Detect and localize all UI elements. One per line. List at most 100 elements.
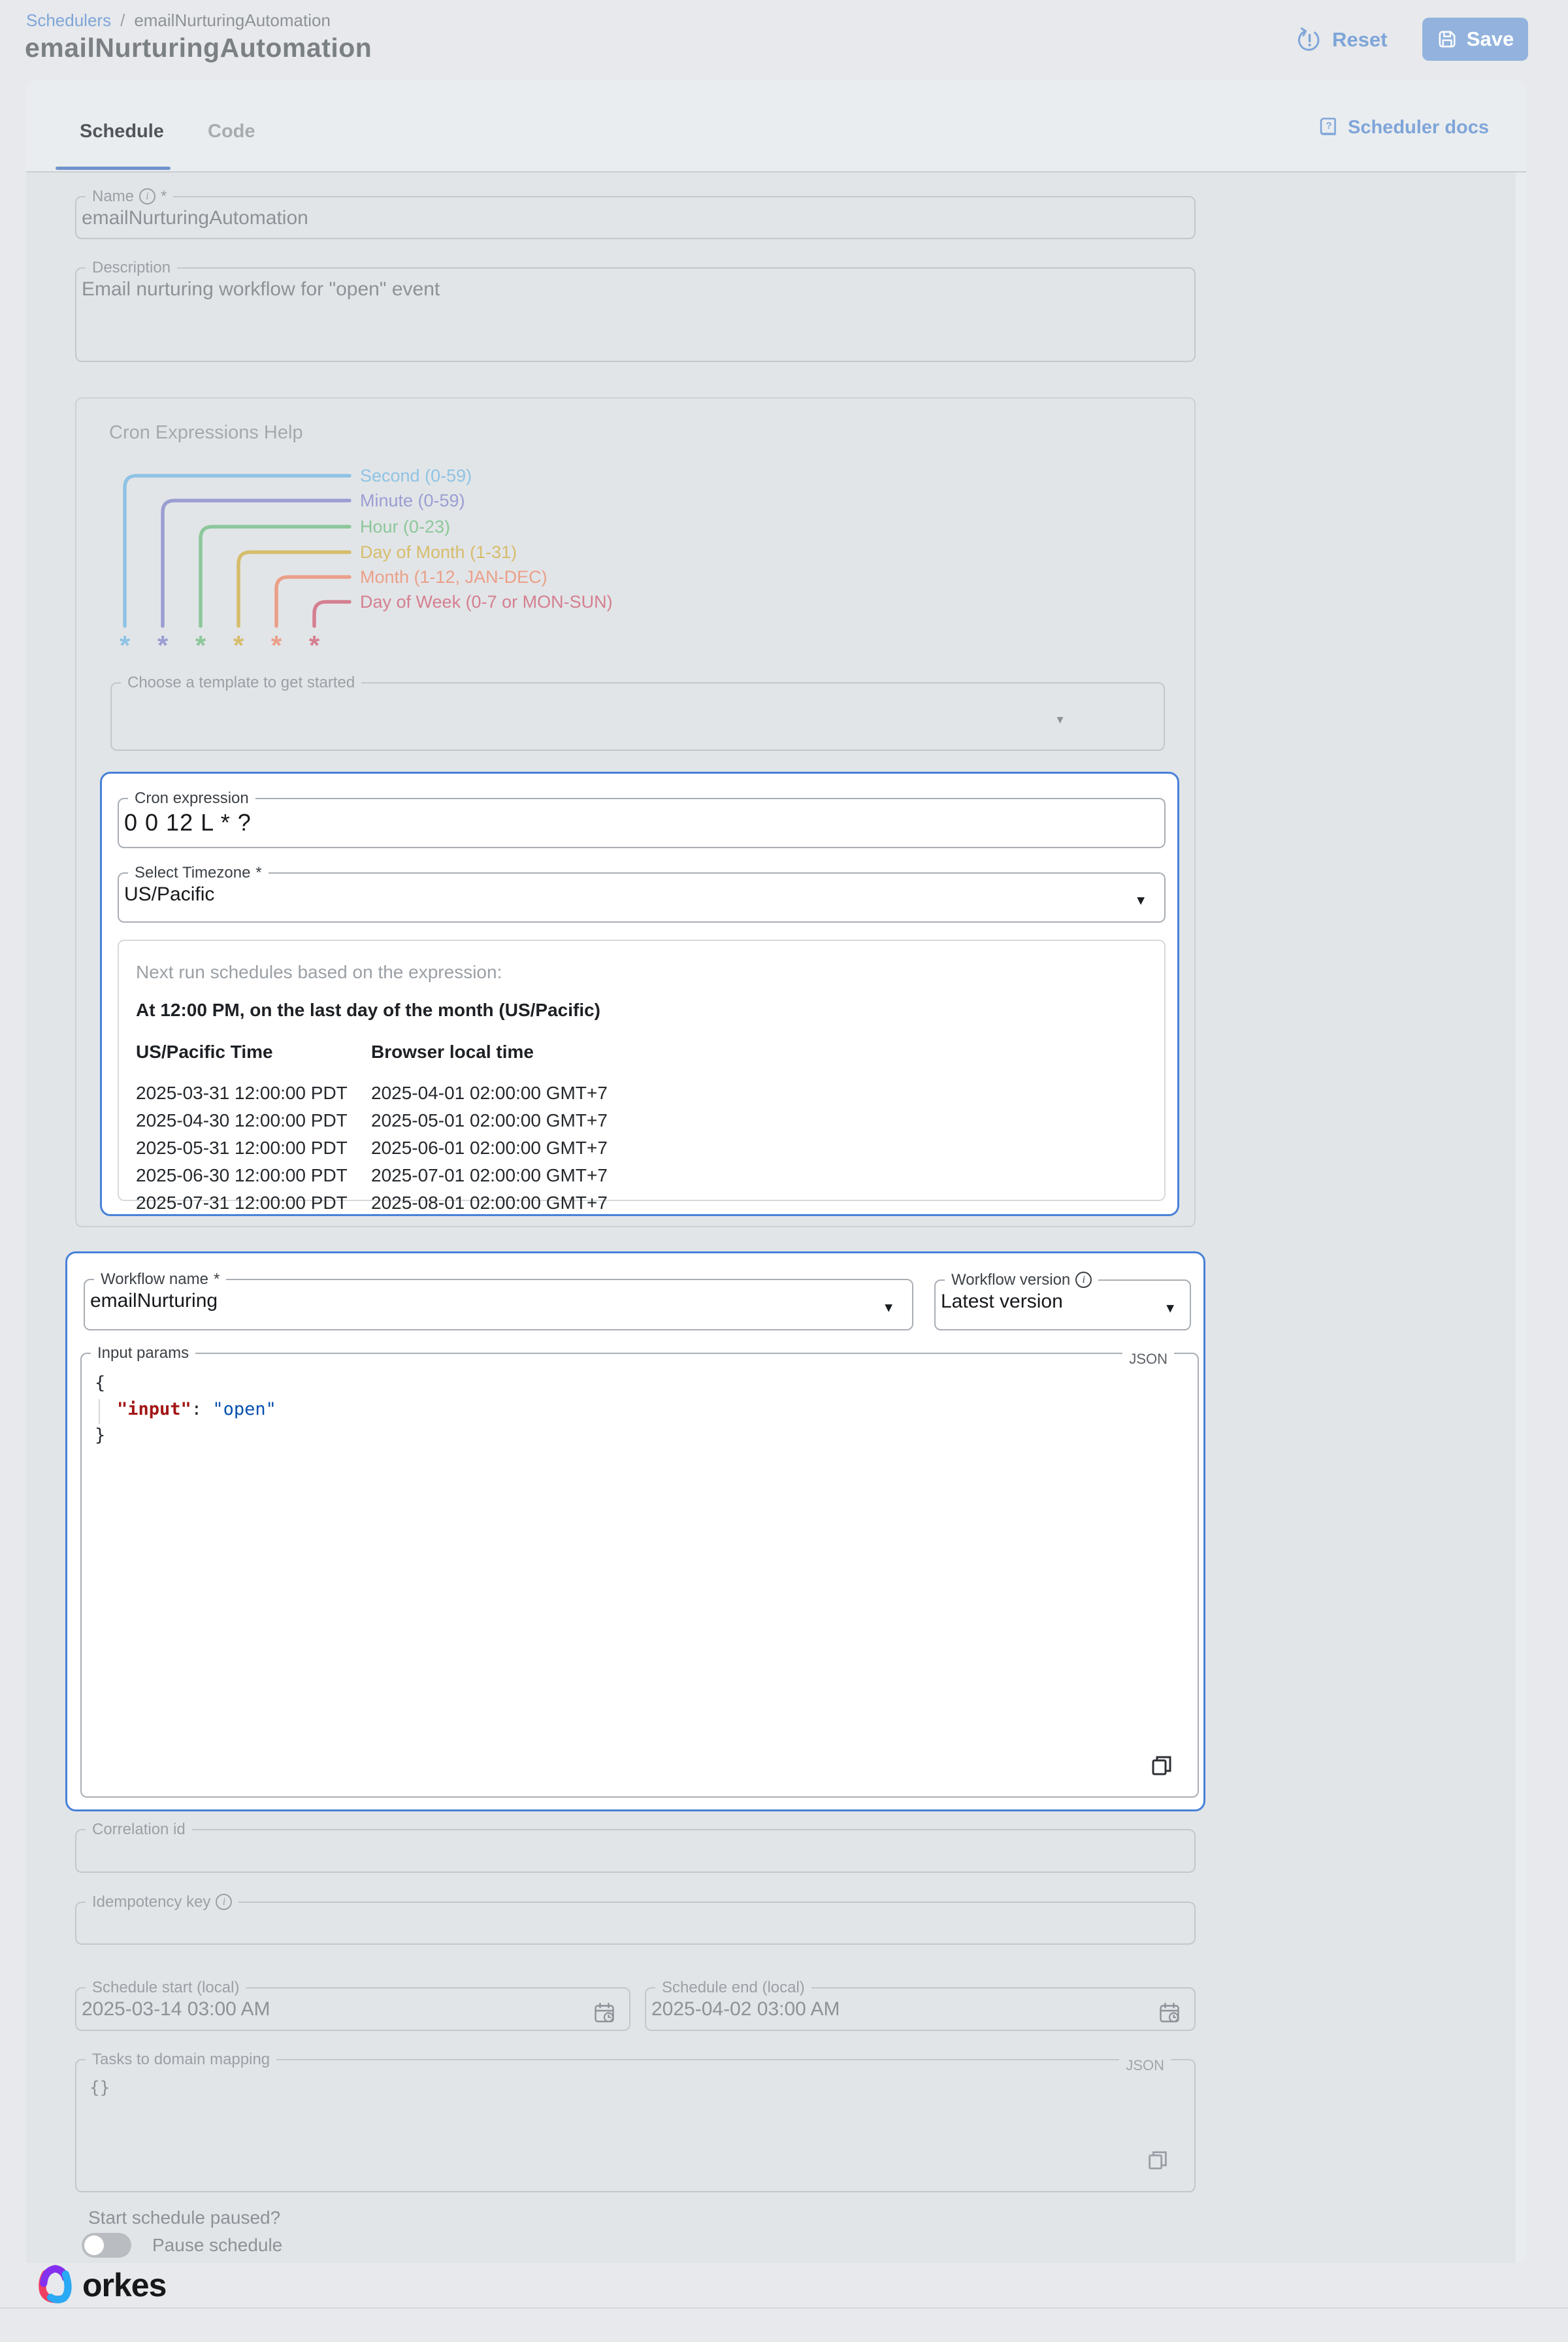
tab-code[interactable]: Code: [208, 121, 255, 142]
info-icon: i: [1075, 1272, 1092, 1288]
docs-book-icon: ?: [1316, 116, 1340, 139]
input-params-editor[interactable]: Input params JSON { "input": "open" }: [80, 1345, 1199, 1798]
cron-label-second: Second (0-59): [360, 466, 472, 486]
correlation-id-field: Correlation id: [75, 1822, 1196, 1873]
workflow-name-value: emailNurturing: [85, 1287, 912, 1312]
breadcrumb-current: emailNurturingAutomation: [134, 10, 331, 31]
calendar-clock-icon[interactable]: [1158, 2001, 1181, 2024]
name-field: Name i * emailNurturingAutomation: [75, 188, 1196, 239]
workflow-name-label: Workflow name *: [94, 1272, 226, 1287]
info-icon: i: [216, 1894, 232, 1910]
schedule-start-field: Schedule start (local) 2025-03-14 03:00 …: [75, 1980, 630, 2031]
copy-icon[interactable]: [1145, 2147, 1172, 2174]
cron-star-month: *: [271, 630, 282, 659]
table-row: 2025-04-30 12:00:00 PDT2025-05-01 02:00:…: [136, 1107, 1147, 1134]
schedule-end-label: Schedule end (local): [655, 1980, 811, 1996]
cron-star-second: *: [120, 630, 131, 659]
pause-schedule-toggle[interactable]: [82, 2233, 131, 2258]
column-header: Browser local time: [371, 1042, 534, 1063]
cron-star-dom: *: [233, 630, 244, 659]
copy-icon[interactable]: [1148, 1752, 1175, 1779]
workflow-version-label: Workflow version i: [945, 1272, 1098, 1288]
timezone-select[interactable]: Select Timezone * US/Pacific ▼: [118, 865, 1166, 923]
save-button[interactable]: Save: [1422, 18, 1528, 61]
start-paused-question: Start schedule paused?: [88, 2207, 280, 2228]
timezone-label: Select Timezone *: [128, 865, 269, 881]
input-params-label: Input params: [91, 1345, 195, 1361]
cron-expression-label: Cron expression: [128, 791, 255, 806]
template-select[interactable]: Choose a template to get started ▼: [110, 675, 1165, 751]
cron-label-hour: Hour (0-23): [360, 517, 450, 536]
calendar-clock-icon[interactable]: [593, 2001, 616, 2024]
chevron-down-icon[interactable]: ▼: [882, 1301, 895, 1316]
cron-help-title: Cron Expressions Help: [109, 422, 303, 444]
chevron-down-icon[interactable]: ▼: [1134, 894, 1147, 909]
workflow-name-select[interactable]: Workflow name * emailNurturing ▼: [84, 1272, 913, 1330]
cron-label-minute: Minute (0-59): [360, 491, 465, 510]
cron-label-dom: Day of Month (1-31): [360, 542, 517, 562]
save-label: Save: [1467, 27, 1514, 51]
tasks-domain-mapping-editor: Tasks to domain mapping JSON {}: [75, 2052, 1196, 2192]
svg-text:?: ?: [1326, 120, 1331, 131]
workflow-group: Workflow name * emailNurturing ▼ Workflo…: [65, 1251, 1205, 1811]
code-line: }: [95, 1423, 1198, 1449]
name-value: emailNurturingAutomation: [76, 205, 1194, 229]
indent-guide: [99, 1399, 100, 1424]
pause-schedule-label: Pause schedule: [152, 2235, 282, 2256]
scheduler-docs-link[interactable]: ? Scheduler docs: [1316, 116, 1489, 139]
footer-divider: [0, 2307, 1568, 2309]
correlation-id-value: [76, 1838, 1194, 1840]
table-row: 2025-05-31 12:00:00 PDT2025-06-01 02:00:…: [136, 1134, 1147, 1162]
json-badge: JSON: [1119, 2058, 1171, 2073]
tasks-domain-mapping-value: {}: [76, 2068, 1194, 2098]
breadcrumb-schedulers-link[interactable]: Schedulers: [26, 10, 111, 31]
template-label: Choose a template to get started: [121, 675, 361, 691]
schedule-start-label: Schedule start (local): [86, 1980, 246, 1996]
cron-expression-field[interactable]: Cron expression 0 0 12 L * ?: [118, 791, 1166, 848]
toggle-knob: [84, 2235, 104, 2255]
timezone-value: US/Pacific: [119, 881, 1164, 906]
docs-link-label: Scheduler docs: [1348, 117, 1489, 139]
schedule-start-value: 2025-03-14 03:00 AM: [76, 1996, 629, 2020]
breadcrumb-separator: /: [120, 10, 125, 31]
scheduler-card: Schedule Code ? Scheduler docs Name i * …: [26, 80, 1526, 2263]
cron-help-diagram: Second (0-59) Minute (0-59) Hour (0-23) …: [120, 455, 629, 659]
cron-line-dow: [314, 602, 350, 626]
cron-line-dom: [238, 552, 350, 626]
page-title: emailNurturingAutomation: [25, 33, 372, 63]
next-run-schedules-panel: Next run schedules based on the expressi…: [118, 940, 1166, 1201]
tab-schedule[interactable]: Schedule: [80, 121, 164, 142]
cron-star-hour: *: [195, 630, 206, 659]
cron-expression-group: Cron expression 0 0 12 L * ? Select Time…: [100, 772, 1179, 1216]
reset-button[interactable]: Reset: [1297, 22, 1387, 58]
cron-section: Cron Expressions Help Second (0-59) Minu…: [75, 397, 1196, 1227]
info-icon: i: [139, 188, 155, 205]
table-row: 2025-03-31 12:00:00 PDT2025-04-01 02:00:…: [136, 1080, 1147, 1107]
cron-line-minute: [163, 501, 350, 626]
json-value: "open": [212, 1399, 276, 1419]
cron-expression-value[interactable]: 0 0 12 L * ?: [119, 806, 1164, 836]
column-header: US/Pacific Time: [136, 1042, 371, 1063]
chevron-down-icon[interactable]: ▼: [1054, 714, 1066, 727]
json-code[interactable]: { "input": "open" }: [82, 1361, 1198, 1449]
description-label: Description: [86, 260, 177, 276]
orkes-logo-icon: [37, 2264, 73, 2307]
description-value: Email nurturing workflow for "open" even…: [76, 276, 1194, 301]
reset-label: Reset: [1332, 28, 1387, 52]
chevron-down-icon[interactable]: ▼: [1164, 1301, 1177, 1316]
next-run-table-header: US/Pacific Time Browser local time: [136, 1042, 1147, 1063]
workflow-version-value: Latest version: [936, 1288, 1190, 1313]
breadcrumb: Schedulers / emailNurturingAutomation: [26, 10, 331, 31]
description-field: Description Email nurturing workflow for…: [75, 260, 1196, 362]
idempotency-key-label: Idempotency key i: [86, 1894, 238, 1910]
cron-star-dow: *: [309, 630, 320, 659]
reset-icon: [1297, 27, 1322, 52]
active-tab-indicator: [56, 167, 171, 170]
name-label: Name i *: [86, 188, 173, 205]
next-run-table-rows: 2025-03-31 12:00:00 PDT2025-04-01 02:00:…: [136, 1080, 1147, 1217]
workflow-version-select[interactable]: Workflow version i Latest version ▼: [934, 1272, 1191, 1330]
save-icon: [1437, 29, 1458, 50]
next-run-intro: Next run schedules based on the expressi…: [136, 962, 1147, 983]
cron-label-dow: Day of Week (0-7 or MON-SUN): [360, 592, 613, 612]
json-key: "input": [117, 1399, 191, 1419]
